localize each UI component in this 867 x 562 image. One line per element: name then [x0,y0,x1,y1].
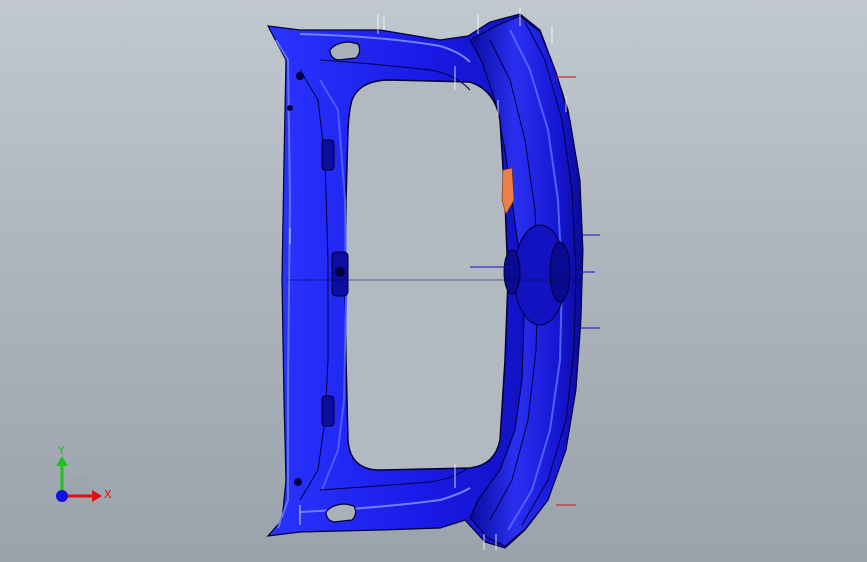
latch-hole-left [503,249,521,295]
mount-slot-upper [321,139,335,171]
cad-viewport[interactable]: Y X [0,0,867,562]
y-axis-head [56,456,68,466]
mount-hole-top [296,72,304,80]
tailgate-model[interactable] [0,0,867,562]
orientation-triad[interactable]: Y X [40,440,120,510]
z-axis-dot [56,490,68,502]
x-axis-label: X [104,488,112,501]
mount-hole-left-mid [287,105,293,111]
window-opening [344,79,509,471]
latch-recess-inner [549,241,571,303]
x-axis-head [92,490,102,502]
mount-slot-lower [321,395,335,427]
y-axis-label: Y [57,444,65,457]
mount-hole-center [335,267,345,277]
mount-hole-bottom [294,478,302,486]
